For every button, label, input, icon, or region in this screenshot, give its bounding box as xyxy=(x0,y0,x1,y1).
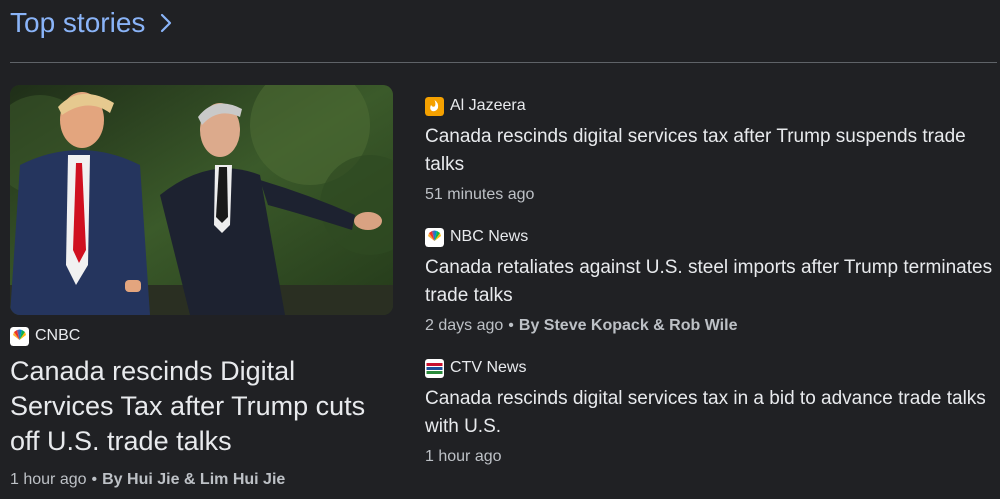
story-meta: 1 hour ago xyxy=(425,446,997,468)
ctv-news-logo-icon xyxy=(425,358,444,378)
nbc-peacock-logo-icon xyxy=(425,227,444,247)
featured-story-title[interactable]: Canada rescinds Digital Services Tax aft… xyxy=(10,354,394,459)
story-title[interactable]: Canada rescinds digital services tax in … xyxy=(425,385,997,441)
story-byline: By Hui Jie & Lim Hui Jie xyxy=(102,471,286,488)
meta-separator: • xyxy=(91,471,98,488)
side-story[interactable]: NBC News Canada retaliates against U.S. … xyxy=(425,227,997,337)
story-meta: 51 minutes ago xyxy=(425,184,997,206)
chevron-right-icon[interactable] xyxy=(159,12,173,34)
divider xyxy=(10,62,997,63)
story-source[interactable]: CTV News xyxy=(425,358,997,378)
side-story[interactable]: Al Jazeera Canada rescinds digital servi… xyxy=(425,96,997,206)
story-byline: By Steve Kopack & Rob Wile xyxy=(518,317,738,334)
story-time: 51 minutes ago xyxy=(425,186,535,203)
section-title[interactable]: Top stories xyxy=(10,4,145,42)
side-story[interactable]: CTV News Canada rescinds digital service… xyxy=(425,358,997,468)
featured-story-meta: 1 hour ago • By Hui Jie & Lim Hui Jie xyxy=(10,469,394,491)
story-time: 1 hour ago xyxy=(425,448,502,465)
story-meta: 2 days ago • By Steve Kopack & Rob Wile xyxy=(425,315,997,337)
featured-story-image[interactable] xyxy=(10,85,393,315)
story-time: 1 hour ago xyxy=(10,471,87,488)
top-stories-header[interactable]: Top stories xyxy=(10,4,173,42)
story-title[interactable]: Canada rescinds digital services tax aft… xyxy=(425,123,997,179)
story-source[interactable]: Al Jazeera xyxy=(425,96,997,116)
source-name: Al Jazeera xyxy=(450,97,526,114)
source-name: CNBC xyxy=(35,327,81,344)
source-name: NBC News xyxy=(450,228,529,245)
featured-story[interactable]: CNBC Canada rescinds Digital Services Ta… xyxy=(10,85,394,491)
story-title[interactable]: Canada retaliates against U.S. steel imp… xyxy=(425,254,997,310)
meta-separator: • xyxy=(508,317,514,334)
nbc-peacock-logo-icon xyxy=(10,326,29,346)
source-name: CTV News xyxy=(450,359,527,376)
al-jazeera-logo-icon xyxy=(425,96,444,116)
story-source[interactable]: NBC News xyxy=(425,227,997,247)
story-time: 2 days ago xyxy=(425,317,504,334)
featured-source[interactable]: CNBC xyxy=(10,326,394,346)
